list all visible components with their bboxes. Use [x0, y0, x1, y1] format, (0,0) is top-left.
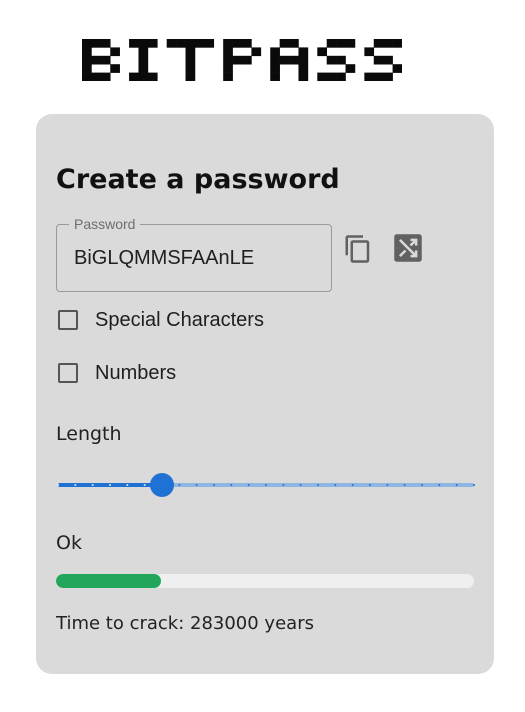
special-characters-checkbox[interactable] — [58, 310, 78, 330]
password-field-label: Password — [69, 216, 141, 232]
slider-step-mark — [74, 484, 77, 486]
numbers-checkbox[interactable] — [58, 363, 78, 383]
slider-step-mark — [317, 484, 319, 486]
slider-step-mark — [421, 484, 423, 486]
slider-step-mark — [126, 484, 129, 486]
shuffle-icon — [394, 234, 422, 262]
numbers-label: Numbers — [95, 361, 177, 384]
page-title: Create a password — [56, 164, 340, 195]
slider-step-mark — [265, 484, 267, 486]
password-input[interactable] — [74, 247, 314, 270]
strength-label: Ok — [56, 532, 82, 554]
password-field[interactable]: Password — [56, 216, 332, 292]
slider-step-mark — [282, 484, 285, 486]
slider-step-mark — [369, 484, 371, 486]
slider-step-mark — [403, 484, 406, 486]
copy-button[interactable] — [343, 234, 373, 264]
slider-step-mark — [213, 484, 215, 486]
slider-step-mark — [178, 484, 181, 486]
slider-step-mark — [473, 484, 475, 486]
slider-step-mark — [334, 484, 337, 486]
special-characters-label: Special Characters — [95, 308, 264, 331]
copy-icon — [345, 235, 370, 263]
slider-step-mark — [57, 484, 59, 486]
password-card: Create a password Password Special Chara… — [36, 114, 494, 674]
slider-step-mark — [386, 484, 389, 486]
slider-step-mark — [230, 484, 233, 486]
app-logo — [82, 39, 402, 81]
slider-step-mark — [195, 484, 198, 486]
slider-step-mark — [455, 484, 458, 486]
length-label: Length — [56, 423, 122, 445]
slider-step-mark — [351, 484, 354, 486]
slider-step-mark — [247, 484, 250, 486]
slider-step-mark — [91, 484, 94, 486]
strength-meter-fill — [56, 574, 161, 588]
length-slider[interactable] — [56, 472, 476, 498]
slider-step-mark — [438, 484, 441, 486]
slider-step-mark — [299, 484, 302, 486]
slider-step-mark — [143, 484, 146, 486]
strength-meter — [56, 574, 474, 588]
slider-step-mark — [109, 484, 111, 486]
special-characters-option[interactable]: Special Characters — [56, 307, 264, 333]
numbers-option[interactable]: Numbers — [56, 360, 176, 386]
slider-thumb[interactable] — [150, 473, 174, 497]
generate-button[interactable] — [393, 233, 423, 263]
time-to-crack: Time to crack: 283000 years — [56, 613, 314, 634]
